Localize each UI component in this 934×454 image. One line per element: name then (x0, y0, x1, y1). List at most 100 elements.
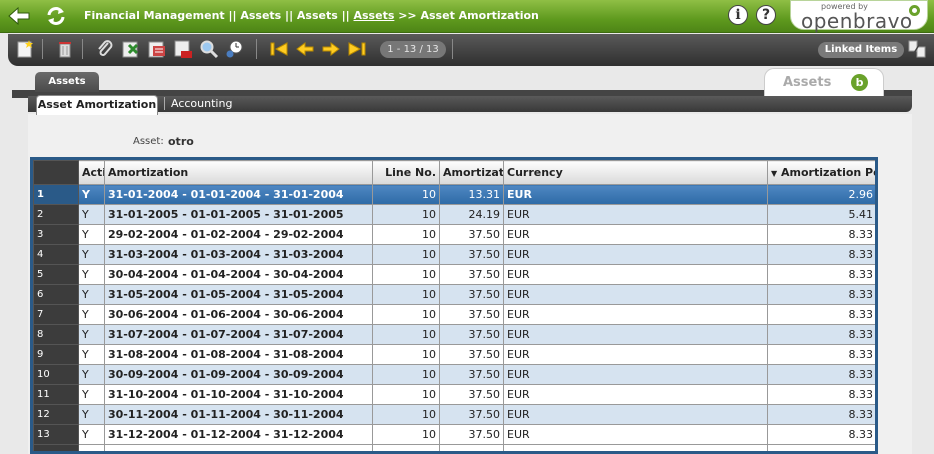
table-row[interactable]: 11 Y 31-10-2004 - 01-10-2004 - 31-10-2004 1… (33, 384, 875, 405)
export-csv-button[interactable] (146, 38, 168, 60)
cell-currency[interactable]: EUR (503, 424, 768, 445)
cell-active[interactable]: Y (78, 184, 105, 205)
cell-amortization-percent[interactable]: 8.33 (767, 324, 875, 345)
cell-amortization-amount[interactable]: 37.50 (439, 224, 504, 245)
cell-line-no[interactable]: 10 (372, 324, 440, 345)
cell-currency[interactable]: EUR (503, 304, 768, 325)
cell-amortization[interactable]: 30-04-2004 - 01-04-2004 - 30-04-2004 (104, 264, 373, 285)
openbravo-logo[interactable]: powered by openbravo (790, 0, 928, 33)
cell-amortization[interactable]: 31-12-2004 - 01-12-2004 - 31-12-2004 (104, 424, 373, 445)
cell-currency[interactable]: EUR (503, 224, 768, 245)
cell-line-no[interactable]: 10 (372, 184, 440, 205)
previous-record-button[interactable] (294, 38, 316, 60)
cell-amortization-amount[interactable]: 37.50 (439, 424, 504, 445)
cell-currency[interactable]: EUR (503, 384, 768, 405)
table-row[interactable]: 5 Y 30-04-2004 - 01-04-2004 - 30-04-2004 10… (33, 264, 875, 285)
cell-line-no[interactable]: 10 (372, 284, 440, 305)
cell-amortization[interactable]: 30-09-2004 - 01-09-2004 - 30-09-2004 (104, 364, 373, 385)
cell-currency[interactable]: EUR (503, 284, 768, 305)
linked-items-icon-button[interactable] (906, 38, 928, 60)
column-header-amortization[interactable]: Amortization (104, 160, 373, 185)
cell-currency[interactable]: EUR (503, 244, 768, 265)
export-excel-button[interactable] (120, 38, 142, 60)
cell-active[interactable]: Y (78, 304, 105, 325)
cell-amortization-percent[interactable]: 8.33 (767, 264, 875, 285)
cell-amortization-percent[interactable]: 8.33 (767, 304, 875, 325)
cell-active[interactable]: Y (78, 324, 105, 345)
column-header-line-no[interactable]: Line No. (372, 160, 440, 185)
cell-amortization-amount[interactable]: 37.50 (439, 284, 504, 305)
cell-active[interactable]: Y (78, 244, 105, 265)
cell-amortization-percent[interactable]: 8.33 (767, 364, 875, 385)
cell-active[interactable]: Y (78, 364, 105, 385)
delete-button[interactable] (54, 38, 76, 60)
column-header-active[interactable]: Acti (78, 160, 105, 185)
column-header-amortization-amount[interactable]: Amortizatior (439, 160, 504, 185)
cell-amortization-percent[interactable]: 8.33 (767, 224, 875, 245)
cell-currency[interactable]: EUR (503, 404, 768, 425)
subtab-asset-amortization[interactable]: Asset Amortization (36, 95, 158, 115)
cell-amortization-percent[interactable]: 5.41 (767, 204, 875, 225)
info-button[interactable]: i (728, 5, 748, 25)
tab-assets[interactable]: Assets (35, 72, 99, 92)
cell-currency[interactable]: EUR (503, 184, 768, 205)
table-row[interactable]: 4 Y 31-03-2004 - 01-03-2004 - 31-03-2004 10… (33, 244, 875, 265)
refresh-button[interactable] (43, 4, 69, 28)
cell-amortization-amount[interactable]: 37.50 (439, 404, 504, 425)
cell-amortization-percent[interactable]: 8.33 (767, 404, 875, 425)
export-pdf-button[interactable] (172, 38, 194, 60)
cell-active[interactable]: Y (78, 384, 105, 405)
table-row[interactable]: 13 Y 31-12-2004 - 01-12-2004 - 31-12-2004 1… (33, 424, 875, 445)
cell-amortization[interactable]: 31-10-2004 - 01-10-2004 - 31-10-2004 (104, 384, 373, 405)
cell-active[interactable]: Y (78, 404, 105, 425)
cell-amortization-amount[interactable]: 13.31 (439, 184, 504, 205)
cell-amortization[interactable]: 31-07-2004 - 01-07-2004 - 31-07-2004 (104, 324, 373, 345)
table-row[interactable]: 7 Y 30-06-2004 - 01-06-2004 - 30-06-2004 10… (33, 304, 875, 325)
cell-line-no[interactable]: 10 (372, 404, 440, 425)
table-row[interactable]: 10 Y 30-09-2004 - 01-09-2004 - 30-09-2004 1… (33, 364, 875, 385)
cell-line-no[interactable]: 10 (372, 344, 440, 365)
cell-amortization-amount[interactable]: 37.50 (439, 324, 504, 345)
table-row[interactable]: 3 Y 29-02-2004 - 01-02-2004 - 29-02-2004 10… (33, 224, 875, 245)
search-button[interactable] (198, 38, 220, 60)
column-header-currency[interactable]: Currency (503, 160, 768, 185)
cell-active[interactable]: Y (78, 264, 105, 285)
cell-currency[interactable]: EUR (503, 264, 768, 285)
cell-amortization-amount[interactable]: 37.50 (439, 304, 504, 325)
cell-active[interactable]: Y (78, 284, 105, 305)
cell-line-no[interactable]: 10 (372, 384, 440, 405)
cell-amortization-percent[interactable]: 8.33 (767, 244, 875, 265)
new-record-button[interactable] (14, 38, 36, 60)
cell-amortization-percent[interactable]: 8.33 (767, 384, 875, 405)
cell-line-no[interactable]: 10 (372, 424, 440, 445)
cell-currency[interactable]: EUR (503, 344, 768, 365)
cell-active[interactable]: Y (78, 204, 105, 225)
audit-trail-button[interactable] (224, 38, 246, 60)
cell-amortization-percent[interactable]: 8.33 (767, 424, 875, 445)
cell-amortization-amount[interactable]: 37.50 (439, 384, 504, 405)
cell-line-no[interactable]: 10 (372, 244, 440, 265)
cell-amortization[interactable]: 31-03-2004 - 01-03-2004 - 31-03-2004 (104, 244, 373, 265)
cell-currency[interactable]: EUR (503, 324, 768, 345)
next-record-button[interactable] (320, 38, 342, 60)
cell-line-no[interactable]: 10 (372, 304, 440, 325)
cell-amortization-amount[interactable]: 24.19 (439, 204, 504, 225)
cell-active[interactable]: Y (78, 424, 105, 445)
linked-items-button[interactable]: Linked Items (818, 42, 904, 58)
help-button[interactable]: ? (756, 5, 776, 25)
cell-line-no[interactable]: 10 (372, 224, 440, 245)
table-row[interactable]: 9 Y 31-08-2004 - 01-08-2004 - 31-08-2004 10… (33, 344, 875, 365)
first-record-button[interactable] (268, 38, 290, 60)
table-row[interactable]: 2 Y 31-01-2005 - 01-01-2005 - 31-01-2005 10… (33, 204, 875, 225)
breadcrumb-link-assets[interactable]: Assets (354, 9, 395, 22)
attachment-button[interactable] (94, 38, 116, 60)
cell-currency[interactable]: EUR (503, 204, 768, 225)
table-row[interactable]: 8 Y 31-07-2004 - 01-07-2004 - 31-07-2004 10… (33, 324, 875, 345)
cell-amortization-amount[interactable]: 37.50 (439, 344, 504, 365)
cell-amortization-percent[interactable]: 8.33 (767, 284, 875, 305)
cell-active[interactable]: Y (78, 344, 105, 365)
cell-amortization[interactable]: 29-02-2004 - 01-02-2004 - 29-02-2004 (104, 224, 373, 245)
back-button[interactable] (6, 4, 32, 28)
cell-active[interactable]: Y (78, 224, 105, 245)
table-row[interactable]: 6 Y 31-05-2004 - 01-05-2004 - 31-05-2004 10… (33, 284, 875, 305)
